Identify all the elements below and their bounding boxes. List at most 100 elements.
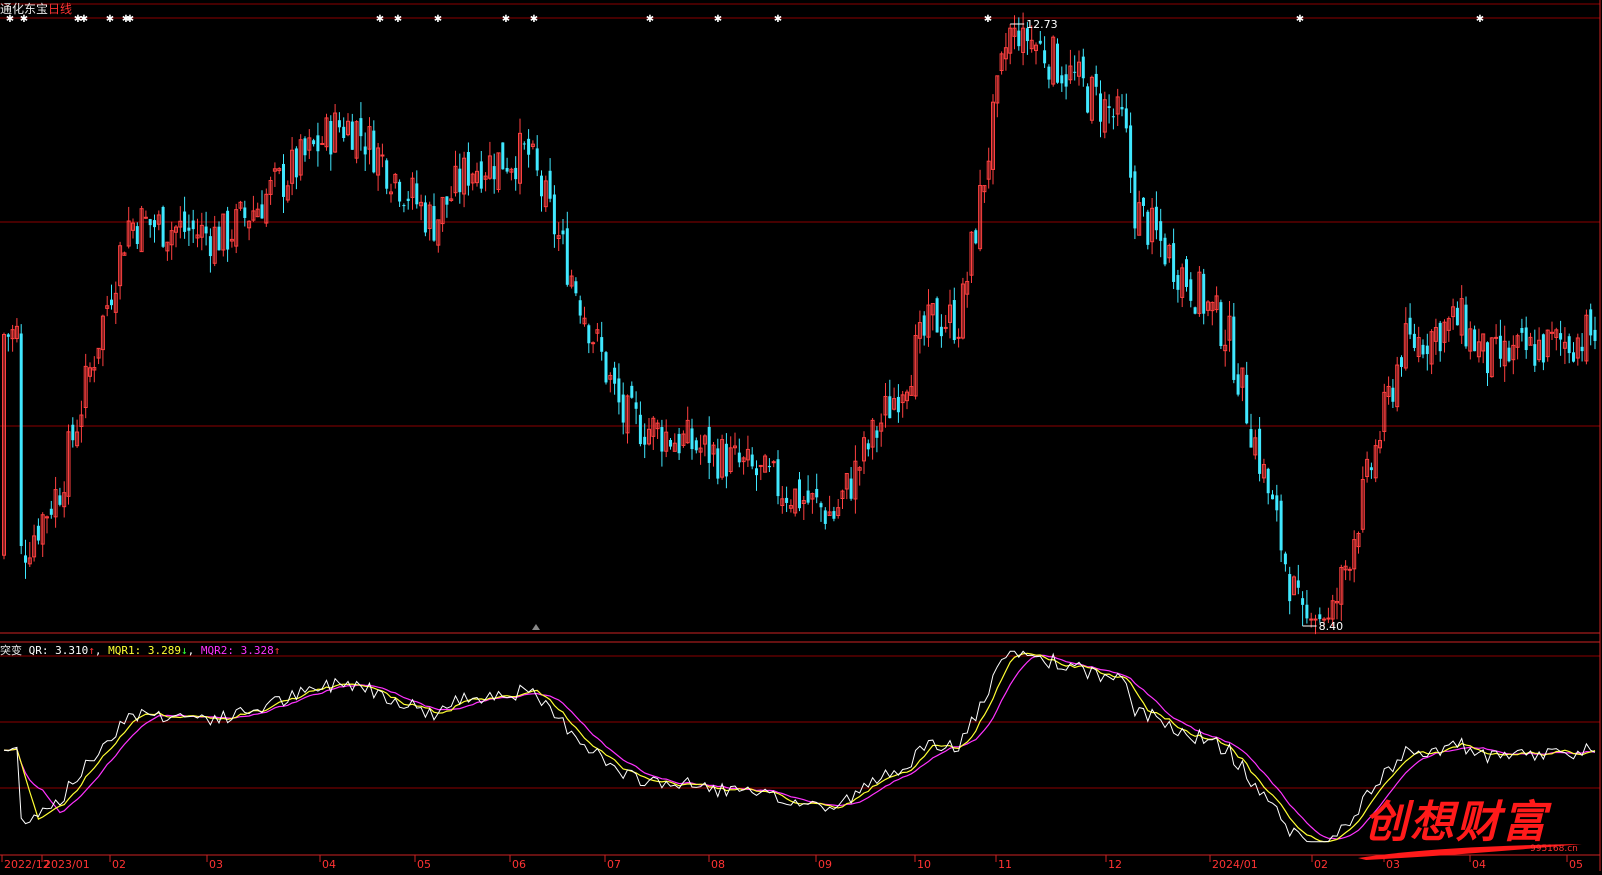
candle-body bbox=[1408, 317, 1412, 335]
candle-body bbox=[479, 161, 483, 189]
candle-body bbox=[943, 326, 948, 329]
candle-body bbox=[1567, 336, 1571, 354]
candle-body bbox=[6, 334, 10, 337]
candle-body bbox=[501, 142, 505, 170]
candle-body bbox=[1086, 86, 1090, 113]
candle-body bbox=[1494, 336, 1499, 339]
candle-body bbox=[260, 204, 264, 219]
mqr2-label: MQR2 bbox=[200, 644, 228, 657]
candle-body bbox=[1313, 618, 1318, 621]
candle-body bbox=[337, 120, 341, 128]
candle-body bbox=[767, 465, 771, 468]
stock-name: 通化东宝 bbox=[0, 2, 49, 16]
candle-body bbox=[458, 168, 462, 193]
candle-body bbox=[1133, 171, 1137, 229]
candle-body bbox=[1498, 335, 1502, 359]
candle-body bbox=[1412, 333, 1416, 348]
candle-body bbox=[638, 414, 642, 445]
signal-marker-icon: ✱ bbox=[394, 14, 402, 25]
candle-body bbox=[423, 202, 427, 233]
candle-body bbox=[1142, 197, 1145, 206]
signal-marker-icon: ✱ bbox=[714, 14, 722, 25]
candle-body bbox=[143, 216, 148, 219]
signal-marker-icon: ✱ bbox=[984, 14, 992, 25]
candle-body bbox=[1580, 346, 1584, 352]
high-price-label: 12.73 bbox=[1026, 18, 1058, 31]
candle-body bbox=[694, 440, 698, 451]
candle-body bbox=[49, 508, 53, 515]
x-tick-label: 12 bbox=[1108, 858, 1122, 871]
candle-body bbox=[677, 433, 681, 454]
candle-body bbox=[604, 352, 608, 383]
candle-body bbox=[561, 230, 565, 235]
candle-body bbox=[565, 228, 569, 285]
qr-value: 3.310 bbox=[55, 644, 89, 657]
candle-body bbox=[342, 126, 346, 139]
candle-body bbox=[161, 206, 165, 247]
candle-body bbox=[522, 143, 526, 145]
x-tick-label: 02 bbox=[112, 858, 126, 871]
candle-body bbox=[1129, 125, 1133, 178]
candle-body bbox=[1236, 374, 1240, 395]
candle-body bbox=[432, 206, 436, 241]
candle-body bbox=[922, 315, 926, 336]
candle-body bbox=[1073, 71, 1077, 73]
candle-body bbox=[226, 210, 230, 250]
candle-body bbox=[1271, 494, 1274, 500]
candle-body bbox=[552, 194, 556, 235]
candle-body bbox=[1094, 73, 1098, 87]
x-tick-label: 06 bbox=[512, 858, 526, 871]
candle-body bbox=[110, 299, 113, 306]
candle-body bbox=[1172, 243, 1176, 282]
candle-body bbox=[1279, 500, 1283, 551]
candle-body bbox=[1464, 304, 1468, 347]
candle-body bbox=[1202, 273, 1206, 314]
candle-body bbox=[1099, 93, 1102, 122]
scroll-marker-icon bbox=[532, 624, 540, 630]
x-tick-label: 10 bbox=[917, 858, 931, 871]
x-tick-label: 08 bbox=[711, 858, 725, 871]
candle-body bbox=[1421, 344, 1425, 355]
candle-body bbox=[707, 426, 711, 463]
watermark-logo: 创想财富 995168.cn bbox=[1350, 780, 1590, 866]
candle-body bbox=[574, 281, 578, 294]
candle-body bbox=[1064, 74, 1068, 87]
candle-body bbox=[183, 211, 187, 232]
candle-body bbox=[896, 396, 900, 413]
candle-body bbox=[1081, 56, 1085, 79]
period-label: 日线 bbox=[48, 2, 73, 16]
x-tick-label: 03 bbox=[209, 858, 223, 871]
candle-body bbox=[406, 198, 410, 201]
candle-body bbox=[445, 196, 449, 205]
candle-body bbox=[1154, 206, 1158, 231]
candle-body bbox=[1425, 345, 1429, 355]
chart-stage[interactable]: ✱ ✱ ✱ ✱ ✱ ✱ ✱ ✱ ✱ ✱ ✱ ✱ ✱ ✱ ✱ ✱ ✱ ✱ 12.73 8.40 2022/12 2023… bbox=[0, 0, 1602, 871]
candle-body bbox=[1193, 307, 1197, 314]
candle-body bbox=[1249, 429, 1253, 448]
candle-body bbox=[785, 497, 789, 503]
candle-body bbox=[492, 166, 496, 180]
x-tick-label: 05 bbox=[417, 858, 431, 871]
kline-chart[interactable]: ✱ ✱ ✱✱ ✱ ✱✱ ✱ ✱ ✱ ✱ ✱ ✱ ✱ ✱ ✱ ✱ ✱ 12.738.40 2022/122023… bbox=[0, 0, 1602, 871]
candle-body bbox=[617, 378, 621, 403]
candle-body bbox=[758, 464, 763, 467]
candle-body bbox=[578, 300, 582, 316]
candle-body bbox=[600, 337, 604, 352]
candle-body bbox=[24, 555, 27, 563]
candle-body bbox=[888, 396, 892, 419]
candle-body bbox=[771, 461, 776, 464]
x-tick-label: 09 bbox=[818, 858, 832, 871]
candle-body bbox=[514, 167, 518, 180]
candle-body bbox=[952, 300, 956, 341]
signal-marker-icon: ✱ bbox=[1476, 14, 1484, 25]
signal-marker-icon: ✱ bbox=[774, 14, 782, 25]
candle-body bbox=[755, 468, 758, 476]
x-tick-label: 07 bbox=[607, 858, 621, 871]
candle-body bbox=[690, 428, 694, 450]
candle-body bbox=[1288, 574, 1292, 602]
candle-body bbox=[806, 490, 810, 503]
candle-body bbox=[1369, 467, 1373, 471]
candle-body bbox=[1391, 387, 1395, 402]
candle-body bbox=[1056, 43, 1059, 83]
candle-body bbox=[372, 130, 376, 173]
